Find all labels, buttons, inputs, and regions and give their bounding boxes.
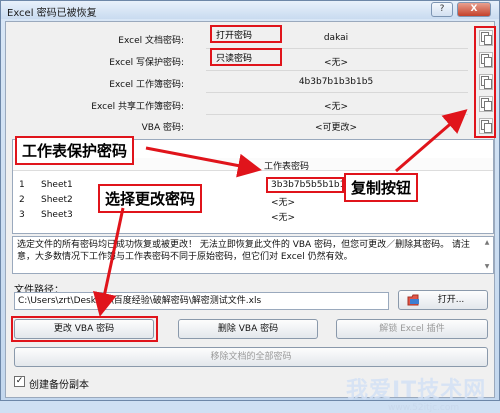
arrow-to-change-vba bbox=[93, 207, 125, 317]
annotation-arrows bbox=[93, 109, 468, 317]
arrow-to-copy-buttons bbox=[395, 109, 468, 173]
watermark-url: www.52itjc.com bbox=[388, 403, 460, 413]
arrow-to-sheet-password bbox=[145, 146, 262, 178]
recovery-window: Excel 密码已被恢复 ? X Excel 文档密码: dakai Excel… bbox=[0, 0, 500, 413]
